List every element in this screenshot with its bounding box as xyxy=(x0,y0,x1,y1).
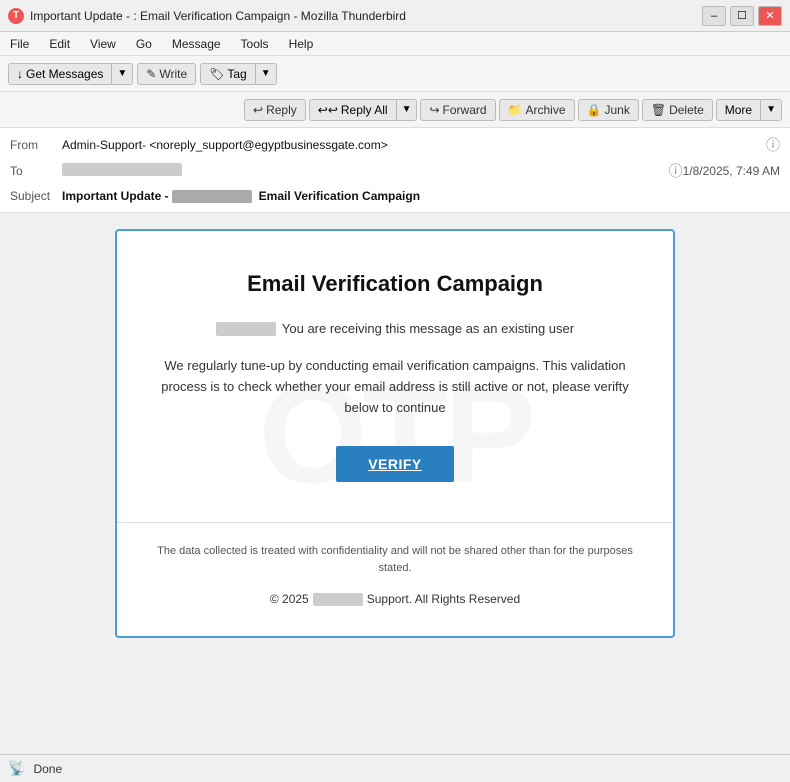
close-button[interactable]: ✕ xyxy=(758,6,782,26)
email-body: OTP Email Verification Campaign You are … xyxy=(0,213,790,761)
write-button[interactable]: ✎ Write xyxy=(137,63,196,85)
reply-icon: ↩ xyxy=(253,103,263,117)
to-label: To xyxy=(10,164,62,178)
to-row: To ⓘ 1/8/2025, 7:49 AM xyxy=(10,158,780,184)
menu-help[interactable]: Help xyxy=(285,35,318,53)
to-value xyxy=(62,163,669,179)
forward-button[interactable]: ↪ Forward xyxy=(420,99,495,121)
menu-message[interactable]: Message xyxy=(168,35,225,53)
delete-icon: 🗑 xyxy=(651,103,666,117)
email-date: 1/8/2025, 7:49 AM xyxy=(683,164,780,178)
delete-label: Delete xyxy=(669,103,704,117)
main-toolbar: ↓ Get Messages ▼ ✎ Write 🏷 Tag ▼ xyxy=(0,56,790,92)
reply-all-split[interactable]: ↩↩ Reply All ▼ xyxy=(309,99,418,121)
forward-label: Forward xyxy=(443,103,487,117)
reply-all-icon: ↩↩ xyxy=(318,103,338,117)
junk-label: Junk xyxy=(604,103,629,117)
card-greeting: You are receiving this message as an exi… xyxy=(157,321,633,336)
delete-button[interactable]: 🗑 Delete xyxy=(642,99,713,121)
menu-view[interactable]: View xyxy=(86,35,120,53)
get-messages-button[interactable]: ↓ Get Messages xyxy=(9,64,112,84)
username-blur xyxy=(216,322,276,336)
tag-split[interactable]: 🏷 Tag ▼ xyxy=(200,63,277,85)
tag-button[interactable]: 🏷 Tag xyxy=(201,64,256,84)
card-footer-text: The data collected is treated with confi… xyxy=(157,543,633,576)
email-header: From Admin-Support- <noreply_support@egy… xyxy=(0,128,790,213)
reply-all-dropdown[interactable]: ▼ xyxy=(397,100,417,120)
write-icon: ✎ xyxy=(146,67,156,81)
copyright-text-end: Support. All Rights Reserved xyxy=(367,592,520,606)
window-title: Important Update - : Email Verification … xyxy=(30,9,406,23)
get-messages-split[interactable]: ↓ Get Messages ▼ xyxy=(8,63,133,85)
from-value: Admin-Support- <noreply_support@egyptbus… xyxy=(62,138,766,152)
reply-button[interactable]: ↩ Reply xyxy=(244,99,306,121)
more-button[interactable]: More xyxy=(717,100,761,120)
tag-label: Tag xyxy=(227,67,246,81)
archive-label: Archive xyxy=(526,103,566,117)
title-bar-left: T Important Update - : Email Verificatio… xyxy=(8,8,406,24)
reply-label: Reply xyxy=(266,103,297,117)
more-dropdown[interactable]: ▼ xyxy=(761,100,781,120)
write-label: Write xyxy=(159,67,187,81)
card-divider xyxy=(117,522,673,523)
wifi-icon: 📡 xyxy=(8,760,25,777)
status-text: Done xyxy=(33,762,62,776)
get-messages-icon: ↓ xyxy=(17,67,23,81)
archive-button[interactable]: 📁 Archive xyxy=(499,99,575,121)
window-controls[interactable]: – ☐ ✕ xyxy=(702,6,782,26)
maximize-button[interactable]: ☐ xyxy=(730,6,754,26)
sender-info-icon[interactable]: ⓘ xyxy=(766,135,780,155)
menu-edit[interactable]: Edit xyxy=(45,35,74,53)
reply-all-button[interactable]: ↩↩ Reply All xyxy=(310,100,397,120)
copyright-text-start: © 2025 xyxy=(270,592,309,606)
title-bar: T Important Update - : Email Verificatio… xyxy=(0,0,790,32)
from-label: From xyxy=(10,138,62,152)
reply-all-label: Reply All xyxy=(341,103,388,117)
to-info-icon[interactable]: ⓘ xyxy=(669,161,683,181)
more-split[interactable]: More ▼ xyxy=(716,99,782,121)
menu-go[interactable]: Go xyxy=(132,35,156,53)
junk-icon: 🔒 xyxy=(587,103,602,117)
menu-bar: File Edit View Go Message Tools Help xyxy=(0,32,790,56)
from-row: From Admin-Support- <noreply_support@egy… xyxy=(10,132,780,158)
subject-row: Subject Important Update - Email Verific… xyxy=(10,184,780,208)
junk-button[interactable]: 🔒 Junk xyxy=(578,99,639,121)
more-label: More xyxy=(725,103,752,117)
greeting-text: You are receiving this message as an exi… xyxy=(282,321,574,336)
card-copyright: © 2025 Support. All Rights Reserved xyxy=(157,592,633,606)
subject-value: Important Update - Email Verification Ca… xyxy=(62,189,420,203)
card-content: Email Verification Campaign You are rece… xyxy=(157,271,633,606)
subject-label: Subject xyxy=(10,189,62,203)
company-blur xyxy=(313,593,363,606)
action-toolbar: ↩ Reply ↩↩ Reply All ▼ ↪ Forward 📁 Archi… xyxy=(0,92,790,128)
status-bar: 📡 Done xyxy=(0,754,790,782)
minimize-button[interactable]: – xyxy=(702,6,726,26)
menu-file[interactable]: File xyxy=(6,35,33,53)
archive-icon: 📁 xyxy=(508,103,523,117)
tag-icon: 🏷 xyxy=(209,67,224,81)
email-content-card: OTP Email Verification Campaign You are … xyxy=(115,229,675,638)
tag-dropdown[interactable]: ▼ xyxy=(256,64,276,84)
verify-button[interactable]: VERIFY xyxy=(336,446,454,482)
app-icon: T xyxy=(8,8,24,24)
menu-tools[interactable]: Tools xyxy=(237,35,273,53)
card-title: Email Verification Campaign xyxy=(157,271,633,297)
forward-icon: ↪ xyxy=(429,103,439,117)
get-messages-label: Get Messages xyxy=(26,67,103,81)
card-body-text: We regularly tune-up by conducting email… xyxy=(157,356,633,418)
get-messages-dropdown[interactable]: ▼ xyxy=(112,64,132,84)
